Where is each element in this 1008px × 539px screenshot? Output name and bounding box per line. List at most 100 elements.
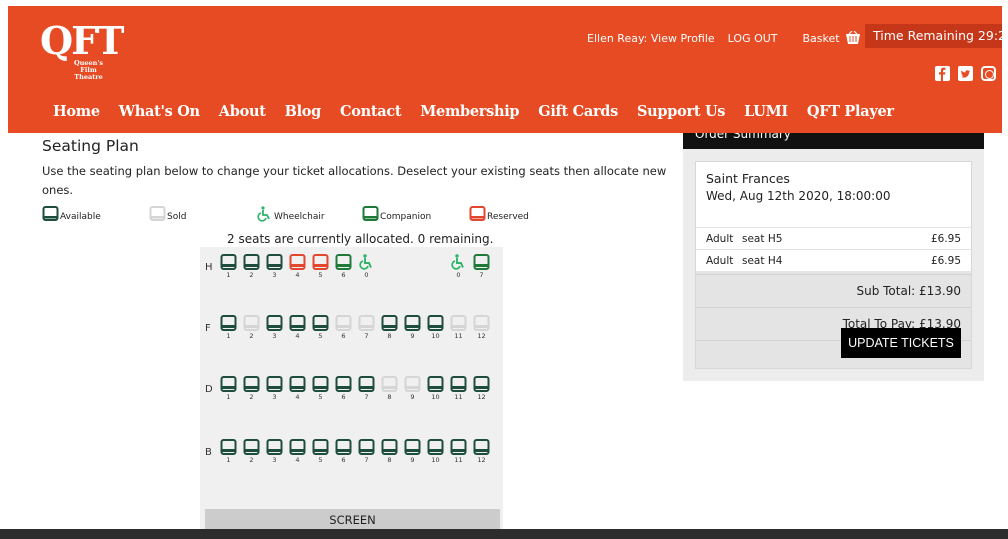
seat-number: 11: [454, 456, 463, 464]
ticket-row: Adult seat H4 £6.95: [696, 249, 971, 271]
seat-number: 12: [477, 456, 486, 464]
logo-subtitle: Queen's Film Theatre: [74, 59, 104, 81]
seat-number: 7: [479, 271, 484, 279]
seat-icon: [42, 206, 59, 221]
seat-number: 8: [387, 393, 392, 401]
sub-total: Sub Total: £13.90: [856, 284, 961, 298]
row-label: F: [205, 323, 211, 334]
window-edge-right: [1002, 0, 1008, 530]
seat-number: 2: [249, 332, 254, 340]
seat-number: 0: [364, 271, 369, 279]
sub-total-row: Sub Total: £13.90: [696, 274, 971, 307]
nav-home[interactable]: Home: [53, 103, 100, 120]
seating-plan-title: Seating Plan: [42, 137, 139, 155]
seat-number: 12: [477, 393, 486, 401]
seat-number: 2: [249, 271, 254, 279]
row-label: D: [205, 384, 213, 395]
social-links: [935, 66, 996, 81]
site-header: QFT Queen's Film Theatre Ellen Reay: Vie…: [8, 6, 1008, 133]
seat-number: 10: [431, 456, 440, 464]
order-card: Saint Frances Wed, Aug 12th 2020, 18:00:…: [695, 161, 972, 369]
nav-lumi[interactable]: LUMI: [744, 103, 788, 120]
main-nav: Home What's On About Blog Contact Member…: [53, 103, 913, 120]
seat-number: 4: [295, 332, 300, 340]
seat-number: 7: [364, 456, 369, 464]
seat-number: 3: [272, 271, 277, 279]
facebook-icon[interactable]: [935, 66, 950, 81]
nav-whats-on[interactable]: What's On: [119, 103, 200, 120]
seat-number: 4: [295, 393, 300, 401]
seat-number: 6: [341, 393, 346, 401]
nav-contact[interactable]: Contact: [340, 103, 402, 120]
logout-link[interactable]: LOG OUT: [728, 32, 778, 45]
seat-number: 10: [431, 393, 440, 401]
seat-number: 7: [364, 332, 369, 340]
seat-number: 2: [249, 456, 254, 464]
seat-number: 3: [272, 332, 277, 340]
nav-blog[interactable]: Blog: [285, 103, 322, 120]
film-info: Saint Frances Wed, Aug 12th 2020, 18:00:…: [696, 162, 971, 227]
seat-number: 10: [431, 332, 440, 340]
seat-number: 5: [318, 393, 323, 401]
seat-number: 1: [226, 332, 231, 340]
legend-label: Reserved: [487, 212, 529, 222]
seat-number: 2: [249, 393, 254, 401]
seat-number: 9: [410, 456, 415, 464]
nav-about[interactable]: About: [219, 103, 266, 120]
window-edge-left: [0, 0, 8, 530]
seat-number: 6: [341, 271, 346, 279]
qft-logo[interactable]: QFT Queen's Film Theatre: [40, 18, 124, 82]
nav-gift-cards[interactable]: Gift Cards: [538, 103, 618, 120]
seat-number: 1: [226, 393, 231, 401]
seat-number: 8: [387, 332, 392, 340]
ticket-row: Adult seat H5 £6.95: [696, 227, 971, 249]
wheelchair-icon: [257, 206, 270, 222]
update-tickets-button[interactable]: UPDATE TICKETS: [841, 328, 961, 358]
allocation-status: 2 seats are currently allocated. 0 remai…: [227, 232, 494, 246]
seat-number: 9: [410, 332, 415, 340]
seat-number: 5: [318, 456, 323, 464]
ticket-seat: seat H5: [742, 232, 783, 245]
film-datetime: Wed, Aug 12th 2020, 18:00:00: [706, 189, 891, 203]
nav-qft-player[interactable]: QFT Player: [807, 103, 894, 120]
ticket-price: £6.95: [930, 232, 961, 245]
nav-support-us[interactable]: Support Us: [637, 103, 725, 120]
seat-number: 0: [456, 271, 461, 279]
row-label: H: [205, 262, 213, 273]
legend-available: Available: [42, 206, 101, 222]
logo-mark: QFT: [40, 18, 124, 63]
seat-number: 5: [318, 271, 323, 279]
seat-number: 11: [454, 393, 463, 401]
legend-sold: Sold: [149, 206, 186, 222]
seat-number: 12: [477, 332, 486, 340]
seat-number: 6: [341, 332, 346, 340]
legend-wheelchair: Wheelchair: [256, 206, 325, 222]
twitter-icon[interactable]: [958, 66, 973, 81]
nav-membership[interactable]: Membership: [420, 103, 519, 120]
seat-map: SCREEN H 1 2 3 4 5 6 0 0 7 F 1 2 3 4 5 6 7 8 9 10 11 12 D 1 2 3 4 5 6…: [200, 247, 503, 532]
legend-label: Companion: [380, 212, 432, 222]
seat-number: 6: [341, 456, 346, 464]
seat-number: 3: [272, 393, 277, 401]
legend-reserved: Reserved: [469, 206, 529, 222]
legend-companion: Companion: [362, 206, 431, 222]
seat-number: 1: [226, 456, 231, 464]
time-remaining-badge: Time Remaining 29:26: [865, 24, 1008, 48]
seating-plan-description: Use the seating plan below to change you…: [42, 164, 667, 197]
legend-label: Available: [60, 212, 101, 222]
order-summary-heading: Order Summary: [683, 133, 984, 149]
order-summary-title: Order Summary: [695, 133, 791, 141]
account-links: Ellen Reay: View Profile LOG OUT Basket: [587, 31, 861, 45]
ticket-type: Adult: [706, 232, 734, 245]
basket-icon: [845, 31, 860, 44]
instagram-icon[interactable]: [981, 66, 996, 81]
basket-link[interactable]: Basket: [803, 31, 861, 45]
order-summary-panel: Saint Frances Wed, Aug 12th 2020, 18:00:…: [683, 149, 984, 381]
os-taskbar: [0, 529, 1008, 539]
film-title: Saint Frances: [706, 171, 790, 186]
seat-icon: [362, 206, 379, 221]
view-profile-link[interactable]: Ellen Reay: View Profile: [587, 32, 715, 45]
seat-number: 3: [272, 456, 277, 464]
row-label: B: [205, 447, 212, 458]
legend-label: Wheelchair: [274, 212, 325, 222]
